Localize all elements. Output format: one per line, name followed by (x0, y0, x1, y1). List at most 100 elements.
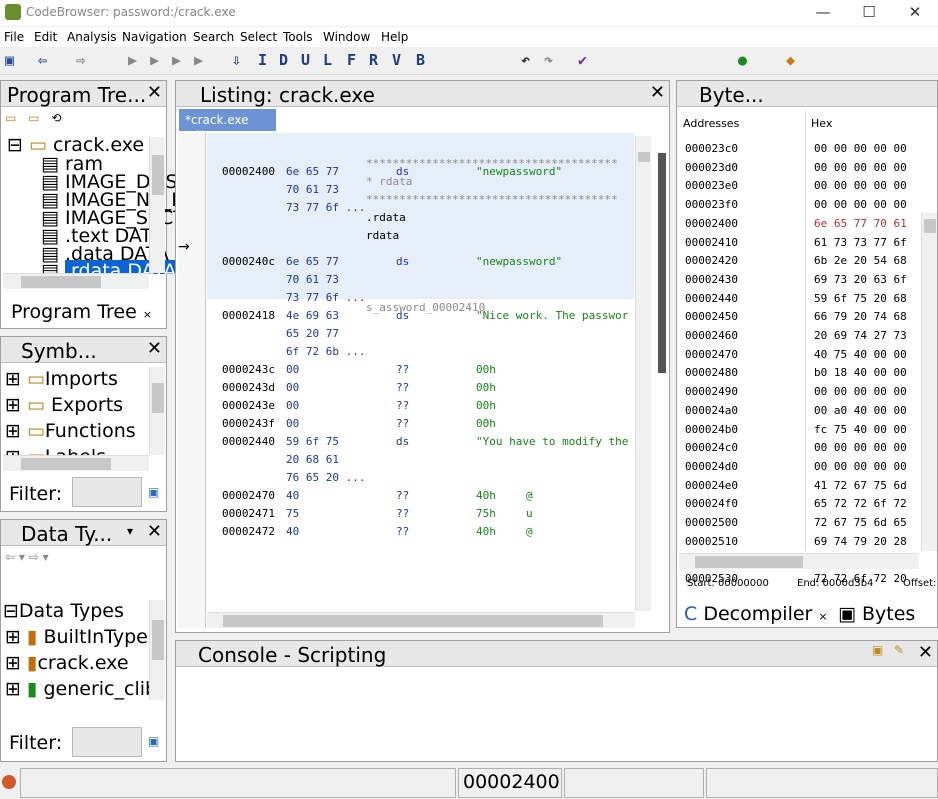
bytes-address[interactable]: 00002490 (685, 385, 738, 398)
listing-bytes[interactable]: 73 77 6f ... (286, 201, 365, 214)
bytes-hex[interactable]: 6b 2e 20 54 68 (814, 254, 907, 267)
bytes-address[interactable]: 000023c0 (685, 142, 738, 155)
listing-tab[interactable]: *crack.exe ✕ (179, 109, 276, 141)
listing-address[interactable]: 0000243f (222, 417, 275, 430)
listing-mnemonic[interactable]: ?? (396, 489, 409, 502)
listing-bytes[interactable]: 70 61 73 (286, 183, 339, 196)
refresh-icon[interactable]: ⟲ (51, 111, 61, 125)
close-icon[interactable]: ✕ (650, 82, 665, 103)
bytes-address[interactable]: 000024b0 (685, 423, 738, 436)
listing-operand[interactable]: 00h (476, 399, 496, 412)
bytes-hscroll[interactable] (679, 553, 919, 569)
bytes-address[interactable]: 000023d0 (685, 161, 738, 174)
listing-bytes[interactable]: 6f 72 6b ... (286, 345, 365, 358)
bytes-tab[interactable]: ▣ Bytes (838, 603, 915, 625)
data-type-crack-exe[interactable]: ⊞ ▮crack.exe (5, 652, 129, 674)
listing-bytes[interactable]: 20 68 61 (286, 453, 339, 466)
bytes-hex[interactable]: 00 00 00 00 00 (814, 179, 907, 192)
listing-address[interactable]: 00002440 (222, 435, 275, 448)
data-type-generic-clib[interactable]: ⊞ ▮ generic_clib (5, 678, 157, 700)
close-icon[interactable]: ✕ (918, 642, 933, 663)
data-types-root[interactable]: ⊟Data Types (3, 600, 124, 622)
bytes-address[interactable]: 000024e0 (685, 479, 738, 492)
listing-address[interactable]: 00002470 (222, 489, 275, 502)
bytes-hex[interactable]: 41 72 67 75 6d (814, 479, 907, 492)
listing-mnemonic[interactable]: ds (396, 435, 409, 448)
symbol-exports[interactable]: ⊞ ▭ Exports (5, 394, 123, 416)
listing-operand[interactable]: "Nice work. The passwor (476, 309, 628, 322)
listing-address[interactable]: 0000240c (222, 255, 275, 268)
bytes-hex[interactable]: 59 6f 75 20 68 (814, 292, 907, 305)
symbol-filter-input[interactable] (72, 477, 142, 507)
folder-icon[interactable]: ▭ (28, 111, 39, 125)
menu-analysis[interactable]: Analysis (67, 30, 116, 44)
listing-address[interactable]: 00002400 (222, 165, 275, 178)
bytes-address[interactable]: 00002410 (685, 236, 738, 249)
bytes-hex[interactable]: 00 00 00 00 00 (814, 385, 907, 398)
bytes-hex[interactable]: 72 67 75 6d 65 (814, 516, 907, 529)
listing-bytes[interactable]: 59 6f 75 (286, 435, 339, 448)
listing-bytes[interactable]: 6e 65 77 (286, 255, 339, 268)
bytes-vscroll[interactable] (921, 213, 937, 551)
listing-mnemonic[interactable]: ds (396, 165, 409, 178)
bytes-address[interactable]: 00002480 (685, 366, 738, 379)
program-tree-hscroll[interactable] (3, 273, 149, 289)
value-nav-icon[interactable]: V (392, 51, 401, 69)
bytes-address[interactable]: 00002460 (685, 329, 738, 342)
listing-operand[interactable]: 40h (476, 489, 496, 502)
menu-window[interactable]: Window (323, 30, 370, 44)
bytes-hex[interactable]: 00 00 00 00 00 (814, 161, 907, 174)
diamond-icon[interactable]: ◆ (786, 51, 795, 69)
menu-search[interactable]: Search (193, 30, 234, 44)
close-icon[interactable]: ✕ (147, 521, 162, 542)
bytes-address[interactable]: 00002400 (685, 217, 738, 230)
lock-icon[interactable]: ▣ (872, 643, 883, 657)
bytes-address[interactable]: 000024c0 (685, 441, 738, 454)
symbol-functions[interactable]: ⊞ ▭Functions (5, 420, 136, 442)
listing-address[interactable]: 00002471 (222, 507, 275, 520)
symbol-tree-hscroll[interactable] (3, 455, 149, 471)
save-icon[interactable]: ▣ (5, 51, 14, 69)
close-icon[interactable]: ✕ (147, 338, 162, 359)
bytes-hex[interactable]: b0 18 40 00 00 (814, 366, 907, 379)
label-nav-icon[interactable]: L (323, 51, 332, 69)
redo-icon[interactable]: ↷ (544, 51, 553, 69)
decompiler-tab[interactable]: C Decompiler × (684, 603, 828, 625)
menu-tools[interactable]: Tools (283, 30, 313, 44)
maximize-button[interactable]: ☐ (846, 2, 892, 24)
listing-operand[interactable]: 00h (476, 417, 496, 430)
data-type-builtin[interactable]: ⊞ ▮ BuiltInTypes (5, 626, 158, 648)
listing-bytes[interactable]: 4e 69 63 (286, 309, 339, 322)
listing-operand[interactable]: "You have to modify the (476, 435, 628, 448)
run-icon[interactable]: ● (738, 51, 747, 69)
function-nav-icon[interactable]: F (347, 51, 356, 69)
close-button[interactable]: ✕ (892, 2, 938, 24)
bytes-hex[interactable]: 20 69 74 27 73 (814, 329, 907, 342)
listing-address[interactable]: 0000243c (222, 363, 275, 376)
listing-bytes[interactable]: 6e 65 77 (286, 165, 339, 178)
reference-nav-icon[interactable]: R (369, 51, 378, 69)
menu-navigation[interactable]: Navigation (122, 30, 187, 44)
listing-bytes[interactable]: 65 20 77 (286, 327, 339, 340)
bytes-hex[interactable]: 00 00 00 00 00 (814, 198, 907, 211)
data-nav-icon[interactable]: D (279, 51, 288, 69)
listing-bytes[interactable]: 00 (286, 417, 299, 430)
listing-mnemonic[interactable]: ds (396, 255, 409, 268)
bytes-hex[interactable]: 00 00 00 00 00 (814, 441, 907, 454)
bytes-address[interactable]: 00002450 (685, 310, 738, 323)
undo-icon[interactable]: ↶ (521, 51, 530, 69)
listing-mnemonic[interactable]: ?? (396, 363, 409, 376)
menu-edit[interactable]: Edit (34, 30, 57, 44)
listing-bytes[interactable]: 75 (286, 507, 299, 520)
bytes-address[interactable]: 000023f0 (685, 198, 738, 211)
listing-operand[interactable]: "newpassword" (476, 165, 562, 178)
bytes-address[interactable]: 00002430 (685, 273, 738, 286)
back-arrow-icon[interactable]: ⇦ (38, 51, 47, 69)
nav-icon[interactable]: ▶ (194, 51, 203, 69)
filter-options-icon[interactable]: ▣ (148, 485, 159, 499)
listing-bytes[interactable]: 00 (286, 381, 299, 394)
forward-arrow-icon[interactable]: ⇨ (76, 51, 85, 69)
bytes-address[interactable]: 00002500 (685, 516, 738, 529)
data-types-vscroll[interactable] (149, 600, 165, 700)
listing-operand[interactable]: "newpassword" (476, 255, 562, 268)
